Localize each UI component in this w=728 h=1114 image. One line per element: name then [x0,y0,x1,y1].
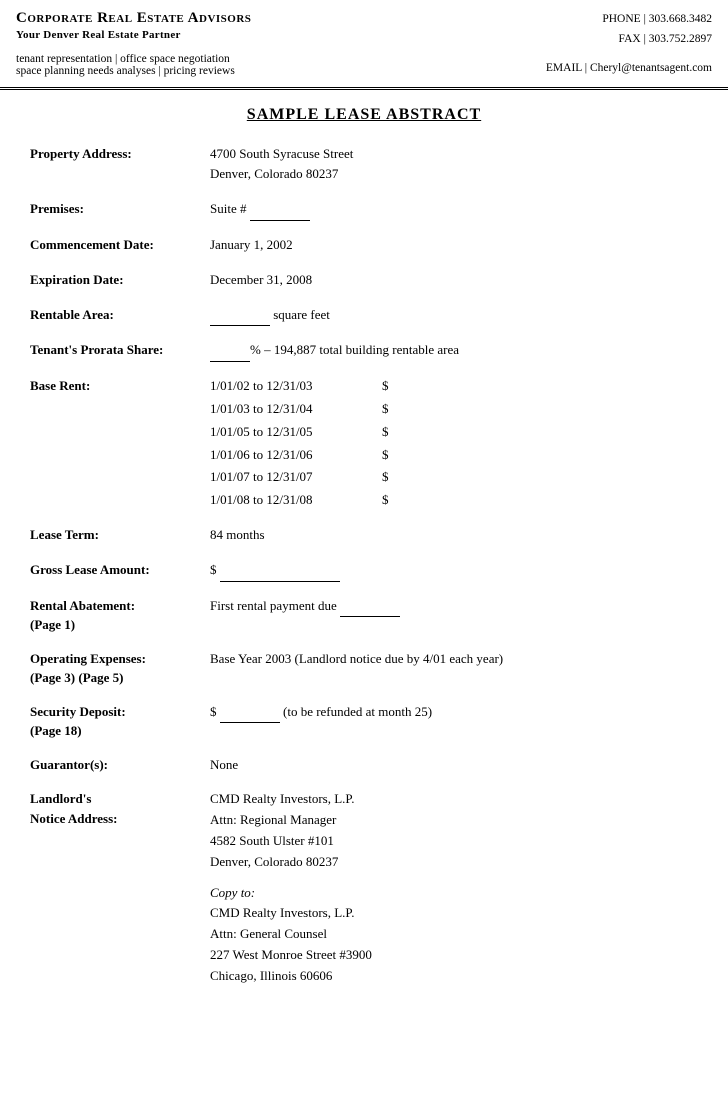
rent-row-6: 1/01/08 to 12/31/08 $ [210,490,698,511]
document-title: SAMPLE LEASE ABSTRACT [30,106,698,124]
commencement-date-row: Commencement Date: January 1, 2002 [30,235,698,256]
main-content: SAMPLE LEASE ABSTRACT Property Address: … [0,90,728,1021]
rental-abatement-value: First rental payment due [210,596,698,618]
premises-value: Suite # [210,199,698,221]
guarantors-label: Guarantor(s): [30,755,210,775]
lease-term-label: Lease Term: [30,525,210,545]
copy-to-label: Copy to: [210,885,255,900]
base-rent-value: 1/01/02 to 12/31/03 $ 1/01/03 to 12/31/0… [210,376,698,511]
gross-lease-value: $ [210,560,698,582]
commencement-date-label: Commencement Date: [30,235,210,255]
services: tenant representation | office space neg… [16,53,546,77]
prorata-share-row: Tenant's Prorata Share: % – 194,887 tota… [30,340,698,362]
email-line: EMAIL | Cheryl@tenantsagent.com [546,59,712,79]
commencement-date-value: January 1, 2002 [210,235,698,256]
premises-label: Premises: [30,199,210,219]
premises-row: Premises: Suite # [30,199,698,221]
prorata-share-label: Tenant's Prorata Share: [30,340,210,360]
property-address-label: Property Address: [30,144,210,164]
rent-row-3: 1/01/05 to 12/31/05 $ [210,422,698,443]
property-address-value: 4700 South Syracuse Street Denver, Color… [210,144,698,186]
rentable-area-row: Rentable Area: square feet [30,305,698,327]
rental-abatement-row: Rental Abatement: (Page 1) First rental … [30,596,698,635]
phone-label: PHONE [602,13,640,25]
guarantors-value: None [210,755,698,776]
prorata-share-value: % – 194,887 total building rentable area [210,340,698,362]
services-line2: space planning needs analyses | pricing … [16,65,546,77]
header: Corporate Real Estate Advisors Your Denv… [0,0,728,90]
operating-expenses-label: Operating Expenses: (Page 3) (Page 5) [30,649,210,688]
rent-table: 1/01/02 to 12/31/03 $ 1/01/03 to 12/31/0… [210,376,698,511]
landlord-notice-label: Landlord's Notice Address: [30,789,210,828]
landlord-notice-value: CMD Realty Investors, L.P. Attn: Regiona… [210,789,698,986]
operating-expenses-row: Operating Expenses: (Page 3) (Page 5) Ba… [30,649,698,688]
rent-row-5: 1/01/07 to 12/31/07 $ [210,467,698,488]
gross-lease-row: Gross Lease Amount: $ [30,560,698,582]
guarantors-row: Guarantor(s): None [30,755,698,776]
company-name: Corporate Real Estate Advisors [16,10,546,27]
lease-term-row: Lease Term: 84 months [30,525,698,546]
page: Corporate Real Estate Advisors Your Denv… [0,0,728,1114]
fax-number: 303.752.2897 [649,33,712,45]
expiration-date-row: Expiration Date: December 31, 2008 [30,270,698,291]
services-line1: tenant representation | office space neg… [16,53,546,65]
property-address-row: Property Address: 4700 South Syracuse St… [30,144,698,186]
tagline: Your Denver Real Estate Partner [16,29,546,41]
phone-line: PHONE | 303.668.3482 [546,10,712,30]
fax-label: FAX [619,33,641,45]
fax-line: FAX | 303.752.2897 [546,30,712,50]
security-deposit-value: $ (to be refunded at month 25) [210,702,698,724]
rentable-area-value: square feet [210,305,698,327]
header-right: PHONE | 303.668.3482 FAX | 303.752.2897 … [546,10,712,79]
header-left: Corporate Real Estate Advisors Your Denv… [16,10,546,77]
base-rent-label: Base Rent: [30,376,210,396]
landlord-notice-row: Landlord's Notice Address: CMD Realty In… [30,789,698,986]
rental-abatement-label: Rental Abatement: (Page 1) [30,596,210,635]
rent-row-2: 1/01/03 to 12/31/04 $ [210,399,698,420]
email-label: EMAIL [546,62,582,74]
operating-expenses-value: Base Year 2003 (Landlord notice due by 4… [210,649,698,670]
gross-lease-label: Gross Lease Amount: [30,560,210,580]
email-address: Cheryl@tenantsagent.com [590,62,712,74]
expiration-date-label: Expiration Date: [30,270,210,290]
security-deposit-label: Security Deposit: (Page 18) [30,702,210,741]
rent-row-1: 1/01/02 to 12/31/03 $ [210,376,698,397]
lease-term-value: 84 months [210,525,698,546]
expiration-date-value: December 31, 2008 [210,270,698,291]
phone-number: 303.668.3482 [649,13,712,25]
base-rent-row: Base Rent: 1/01/02 to 12/31/03 $ 1/01/03… [30,376,698,511]
rent-row-4: 1/01/06 to 12/31/06 $ [210,445,698,466]
security-deposit-row: Security Deposit: (Page 18) $ (to be ref… [30,702,698,741]
rentable-area-label: Rentable Area: [30,305,210,325]
